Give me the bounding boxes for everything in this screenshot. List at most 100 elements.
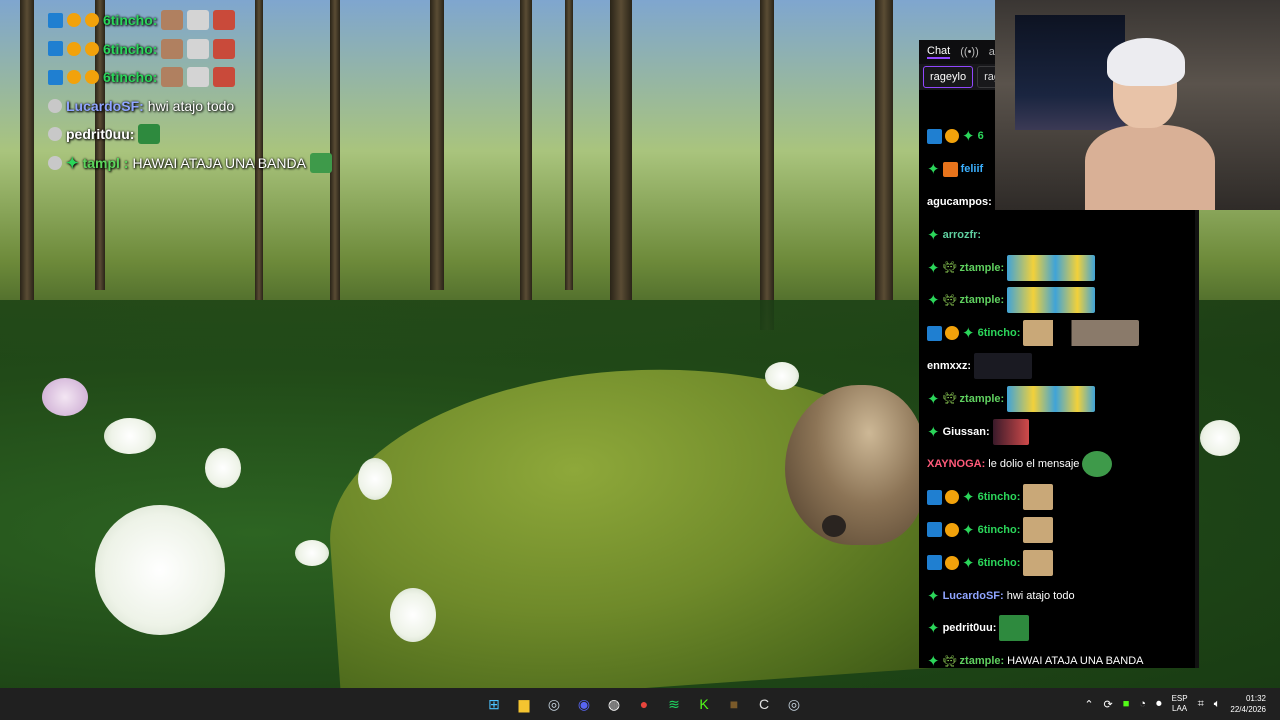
taskbar-minecraft-icon[interactable]: ■ [722,692,746,716]
taskbar-spotify-icon[interactable]: ≋ [662,692,686,716]
chat-username[interactable]: arrozfr: [943,229,982,241]
chat-username[interactable]: 6tincho: [978,327,1021,339]
microphone-icon[interactable]: ⏺ [1156,698,1162,711]
tree-trunk [760,0,774,330]
moderator-badge-icon [927,522,942,538]
tab-chat[interactable]: Chat [927,45,951,59]
overlay-message: hwi atajo todo [147,97,235,114]
coin-badge-icon [945,326,959,341]
coin-badge-icon [85,41,99,56]
chat-message: ✦ 👾︎ ztample: [919,382,1199,415]
sync-icon[interactable]: ⟳ [1104,698,1113,711]
taskbar-chrome-icon[interactable]: ● [632,692,656,716]
moderator-badge-icon [927,555,942,571]
chat-username[interactable]: 6tincho: [978,557,1021,569]
chat-username[interactable]: pedrit0uu: [943,622,997,634]
emote-icon [187,38,210,59]
chat-username[interactable]: ztample: [960,393,1005,405]
overlay-username: 6tincho: [103,12,158,29]
chat-username[interactable]: agucampos: [927,196,992,208]
coin-badge-icon [85,70,99,85]
taskbar-steam-icon[interactable]: ◎ [542,692,566,716]
volume-icon[interactable]: 🔈︎ [1214,698,1221,711]
sparkle-badge-icon: ✦ [927,161,940,179]
chat-username[interactable]: 6tincho: [978,491,1021,503]
chat-message: ✦ pedrit0uu: [919,612,1199,645]
taskbar-discord-icon[interactable]: ◉ [572,692,596,716]
lang-code: ESP [1171,694,1188,703]
network-icon[interactable]: ⌗ [1198,698,1204,711]
taskbar-ccleaner-icon[interactable]: C [752,692,776,716]
coin-badge-icon [945,522,959,537]
moderator-badge-icon [927,325,942,341]
overlay-chat-line: 6tincho: [48,63,368,92]
overlay-chat-line: 6tincho: [48,6,368,35]
overlay-username: 6tincho: [103,40,158,57]
overlay-chat: 6tincho: 6tincho: 6tincho: LucardoSF: hwi at… [48,6,368,177]
taskbar-windows-start-icon[interactable]: ⊞ [482,692,506,716]
language-indicator[interactable]: ESP LAA [1172,694,1188,714]
hedgehog-nose [822,515,846,537]
emote-icon [213,67,236,88]
chat-username[interactable]: ztample: [960,655,1005,667]
coin-badge-icon [945,490,959,505]
user-dot-icon [48,127,62,142]
taskbar-steam-2-icon[interactable]: ◎ [782,692,806,716]
chat-username[interactable]: ztample: [960,262,1005,274]
emote-icon [161,38,184,59]
emote-icon [161,10,184,31]
alien-badge-icon: 👾︎ [942,262,957,275]
sparkle-badge-icon: ✦ [927,423,940,441]
chat-emote-image [1023,516,1054,543]
emote-icon [187,10,210,31]
chat-message: ✦ 6tincho: [919,481,1199,514]
sparkle-badge-icon: ✦ [927,226,940,244]
sparkle-badge-icon: ✦ [927,653,940,671]
chat-username[interactable]: enmxxz: [927,360,971,372]
coin-badge-icon [945,129,959,144]
chat-username[interactable]: 6 [978,130,984,142]
channel-tab-rageylo[interactable]: rageylo [923,66,974,88]
alien-badge-icon: 👾︎ [942,393,957,406]
tray-app-icon[interactable]: ■ [1123,698,1130,710]
sparkle-badge-icon: ✦ [962,325,975,343]
chat-emote-image [1023,484,1054,511]
anemone-flower [390,588,436,642]
sparkle-badge-icon: ✦ [66,154,79,172]
chat-username[interactable]: LucardoSF: [943,590,1004,602]
chevron-up-icon[interactable]: ⌃ [1084,698,1093,711]
taskbar-kick-icon[interactable]: K [692,692,716,716]
chat-message: ✦ arrozfr: [919,218,1199,251]
chat-username[interactable]: Giussan: [943,426,990,438]
taskbar-file-explorer-icon[interactable]: ▆ [512,692,536,716]
sparkle-badge-icon: ✦ [927,620,940,638]
chat-message: ✦ LucardoSF: hwi atajo todo [919,579,1199,612]
chat-message: ✦ 6tincho: [919,317,1199,350]
tree-trunk [20,0,34,300]
chat-username[interactable]: ztample: [960,294,1005,306]
hedgehog [785,385,925,545]
broadcast-icon: ((•)) [960,46,979,58]
taskbar-obs-icon[interactable]: ◍ [602,692,626,716]
anemone-flower [205,448,241,488]
anemone-flower [765,362,799,390]
alien-badge-icon: 👾︎ [942,294,957,307]
moderator-badge-icon [927,128,942,144]
clock[interactable]: 01:32 22/4/2026 [1230,693,1266,715]
chat-username[interactable]: 6tincho: [978,524,1021,536]
tree-trunk [565,0,573,290]
chat-message-text: hwi atajo todo [1006,589,1075,602]
overlay-chat-line: LucardoSF: hwi atajo todo [48,92,368,121]
moderator-badge-icon [48,69,63,85]
tree-trunk [610,0,632,300]
chat-username[interactable]: feliif [961,163,984,175]
chat-username[interactable]: XAYNOGA: [927,458,985,470]
gift-badge-icon [942,161,958,177]
tree-trunk [875,0,893,300]
coin-badge-icon [67,70,81,85]
wifi-icon[interactable]: ◔ [1139,698,1146,710]
tree-trunk [520,0,532,300]
anemone-flower [295,540,329,566]
windows-taskbar: ⊞ ▆ ◎ ◉ ◍ ● ≋ K ■ C ◎ ⌃ ⟳ ■ ◔ ⏺ ESP LAA ⌗ 🔈︎ 01:32… [0,688,1280,720]
overlay-username: tampl : [82,154,129,171]
